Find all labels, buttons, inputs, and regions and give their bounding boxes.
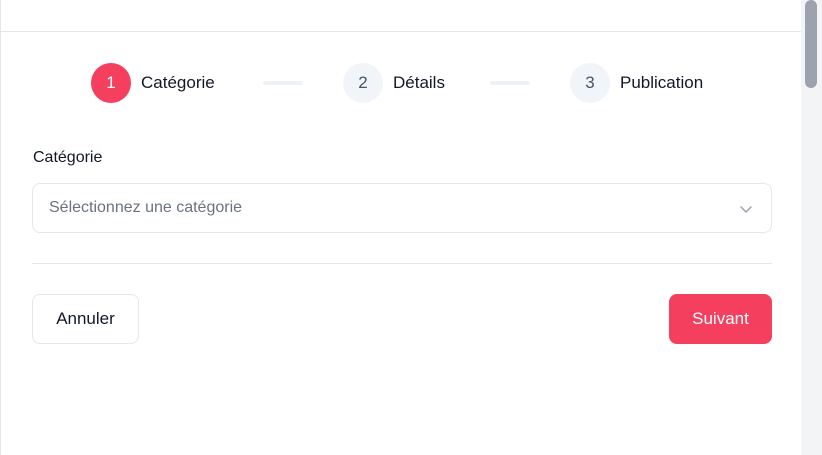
- category-select[interactable]: Sélectionnez une catégorie: [32, 183, 772, 233]
- step-number-badge: 2: [343, 63, 383, 103]
- dialog-header: [1, 0, 802, 32]
- step-connector: [263, 81, 303, 85]
- step-label: Détails: [393, 73, 445, 92]
- category-field-label: Catégorie: [33, 149, 103, 166]
- step-details[interactable]: 2 Détails: [343, 63, 445, 103]
- wizard-stepper: 1 Catégorie 2 Détails 3 Publication: [1, 63, 802, 103]
- cancel-button[interactable]: Annuler: [32, 294, 139, 344]
- step-category[interactable]: 1 Catégorie: [91, 63, 215, 103]
- step-publication[interactable]: 3 Publication: [570, 63, 703, 103]
- chevron-down-icon: [740, 206, 752, 213]
- step-number-badge: 1: [91, 63, 131, 103]
- next-button[interactable]: Suivant: [669, 294, 772, 344]
- wizard-dialog: 1 Catégorie 2 Détails 3 Publication Caté…: [0, 0, 802, 455]
- category-select-placeholder: Sélectionnez une catégorie: [49, 199, 243, 216]
- form-divider: [32, 263, 772, 264]
- step-connector: [490, 81, 530, 85]
- step-label: Publication: [620, 73, 704, 92]
- page: 1 Catégorie 2 Détails 3 Publication Caté…: [0, 0, 822, 455]
- scrollbar-thumb[interactable]: [805, 0, 817, 88]
- step-number-badge: 3: [570, 63, 610, 103]
- step-label: Catégorie: [141, 73, 215, 92]
